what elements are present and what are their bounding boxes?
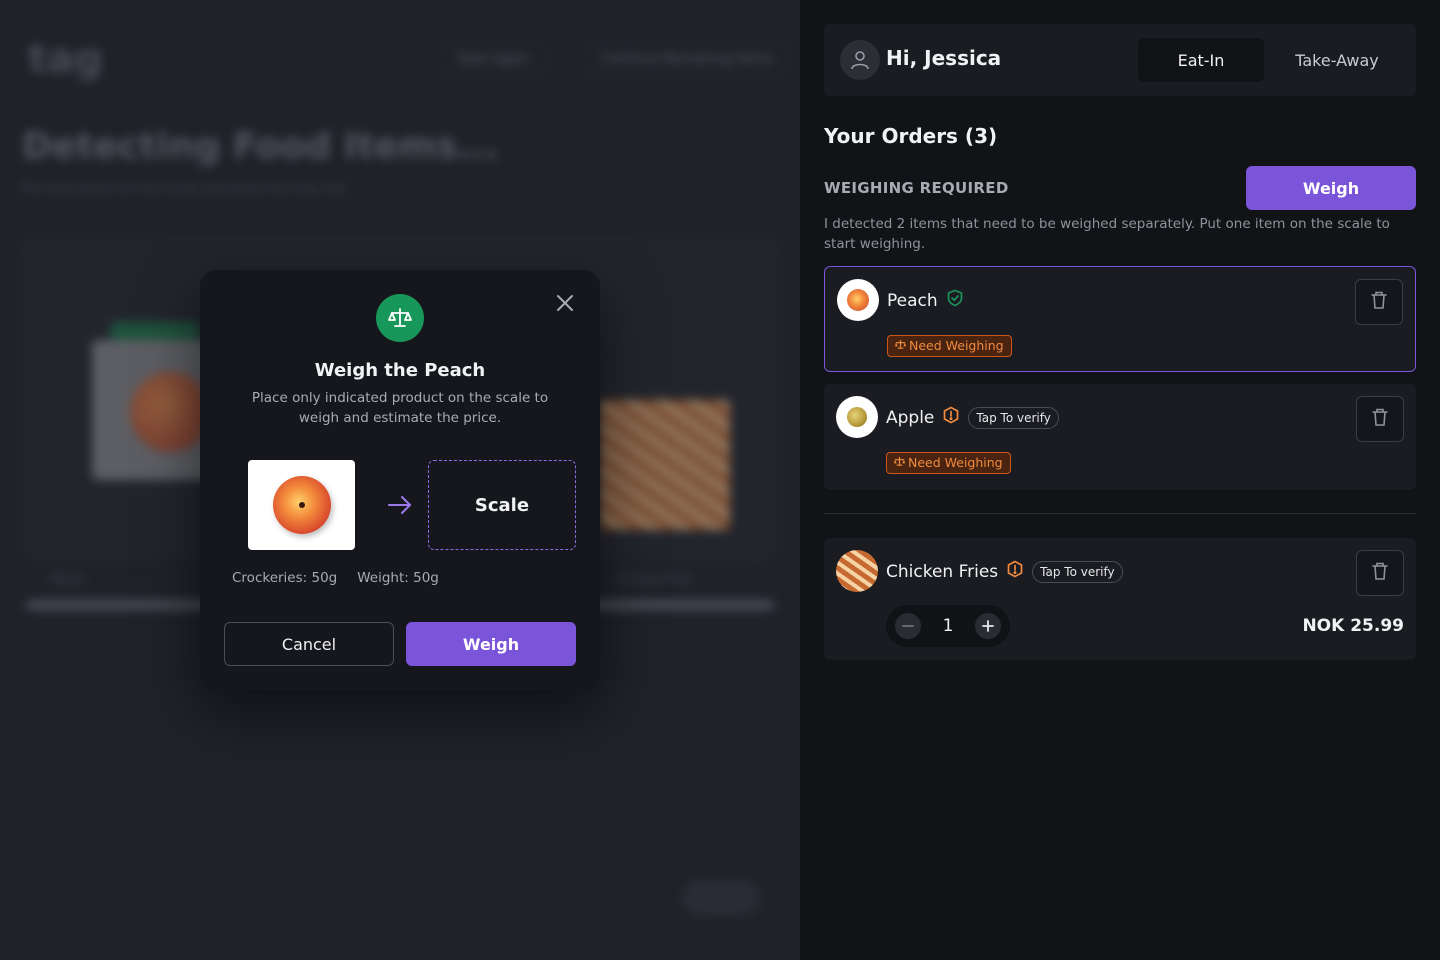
take-away-tab[interactable]: Take-Away — [1274, 38, 1400, 82]
weighing-description: I detected 2 items that need to be weigh… — [824, 216, 1390, 252]
apple-fruit — [847, 407, 867, 427]
fries-image — [600, 400, 730, 530]
warning-icon — [942, 406, 960, 429]
help-button — [682, 880, 760, 916]
apple-thumbnail — [836, 396, 878, 438]
item-weight: Weight: 50g — [357, 570, 439, 586]
peach-product-image — [248, 460, 355, 550]
close-icon[interactable] — [554, 292, 576, 314]
item-price: NOK 25.99 — [1302, 616, 1404, 636]
weighing-required-label: WEIGHING REQUIRED — [824, 179, 1009, 197]
badge-label: Need Weighing — [908, 455, 1003, 470]
need-weighing-badge: Need Weighing — [886, 452, 1011, 474]
continue-button: Continue Remaining Items — [584, 42, 791, 76]
avatar[interactable] — [840, 40, 880, 80]
tap-to-verify-chip[interactable]: Tap To verify — [1032, 560, 1123, 583]
app-logo: tag — [28, 36, 103, 82]
item-name-row: Peach — [887, 289, 964, 312]
order-item-peach[interactable]: Peach Need Weighing — [824, 266, 1416, 372]
scale-target: Scale — [428, 460, 576, 550]
delete-button[interactable] — [1355, 279, 1403, 325]
increment-button[interactable] — [974, 613, 1001, 639]
item-name-row: Chicken Fries Tap To verify — [886, 560, 1123, 583]
item-name: Apple — [886, 407, 935, 428]
start-again-button: Start Again — [440, 42, 547, 76]
arrow-right-icon — [386, 494, 414, 516]
peach-detection-tag — [110, 322, 200, 340]
verified-shield-icon — [946, 289, 964, 312]
user-header: Hi, Jessica Eat-In Take-Away — [824, 24, 1416, 96]
need-weighing-badge: Need Weighing — [887, 335, 1012, 357]
decrement-button[interactable] — [895, 613, 921, 639]
item-name: Peach — [887, 290, 938, 311]
cancel-button[interactable]: Cancel — [224, 622, 394, 666]
dialog-title: Weigh the Peach — [314, 360, 486, 381]
chicken-fries-thumbnail — [836, 550, 878, 592]
caption-peach: Peach — [50, 572, 86, 586]
peach-thumbnail — [837, 279, 879, 321]
greeting: Hi, Jessica — [886, 46, 1002, 70]
peach-fruit — [847, 289, 869, 311]
caption-fries: Chicken Fries — [614, 572, 694, 586]
detecting-subtitle: Put food items on the scale and keep the… — [22, 182, 347, 197]
delete-button[interactable] — [1356, 396, 1404, 442]
weigh-button[interactable]: Weigh — [1246, 166, 1416, 210]
weigh-dialog: Weigh the Peach Place only indicated pro… — [200, 270, 600, 690]
dining-mode-toggle: Eat-In Take-Away — [1138, 38, 1400, 82]
scale-icon — [895, 336, 906, 356]
item-name: Chicken Fries — [886, 561, 999, 582]
tap-to-verify-chip[interactable]: Tap To verify — [968, 406, 1059, 429]
trash-icon — [1370, 290, 1388, 314]
crockeries-weight: Crockeries: 50g — [232, 570, 338, 586]
dialog-weigh-button[interactable]: Weigh — [406, 622, 576, 666]
order-item-apple[interactable]: Apple Tap To verify Need Weighing — [824, 384, 1416, 490]
eat-in-tab[interactable]: Eat-In — [1138, 38, 1264, 82]
scale-icon — [376, 294, 424, 342]
quantity-value: 1 — [942, 616, 954, 636]
dialog-description: Place only indicated product on the scal… — [251, 390, 549, 426]
delete-button[interactable] — [1356, 550, 1404, 596]
warning-icon — [1006, 560, 1024, 583]
divider — [824, 513, 1416, 514]
badge-label: Need Weighing — [909, 338, 1004, 353]
peach-fruit — [272, 476, 331, 534]
detecting-title: Detecting Food Items... — [22, 126, 499, 167]
quantity-stepper: 1 — [886, 605, 1010, 647]
orders-title: Your Orders (3) — [824, 124, 998, 148]
order-item-chicken-fries[interactable]: Chicken Fries Tap To verify 1 NOK 25.99 — [824, 538, 1416, 660]
trash-icon — [1371, 407, 1389, 431]
peach-image — [130, 372, 210, 452]
trash-icon — [1371, 561, 1389, 585]
scale-icon — [894, 453, 905, 473]
weight-info: Crockeries: 50g Weight: 50g — [232, 570, 439, 586]
order-panel: Hi, Jessica Eat-In Take-Away Your Orders… — [800, 0, 1440, 960]
item-name-row: Apple Tap To verify — [886, 406, 1059, 429]
